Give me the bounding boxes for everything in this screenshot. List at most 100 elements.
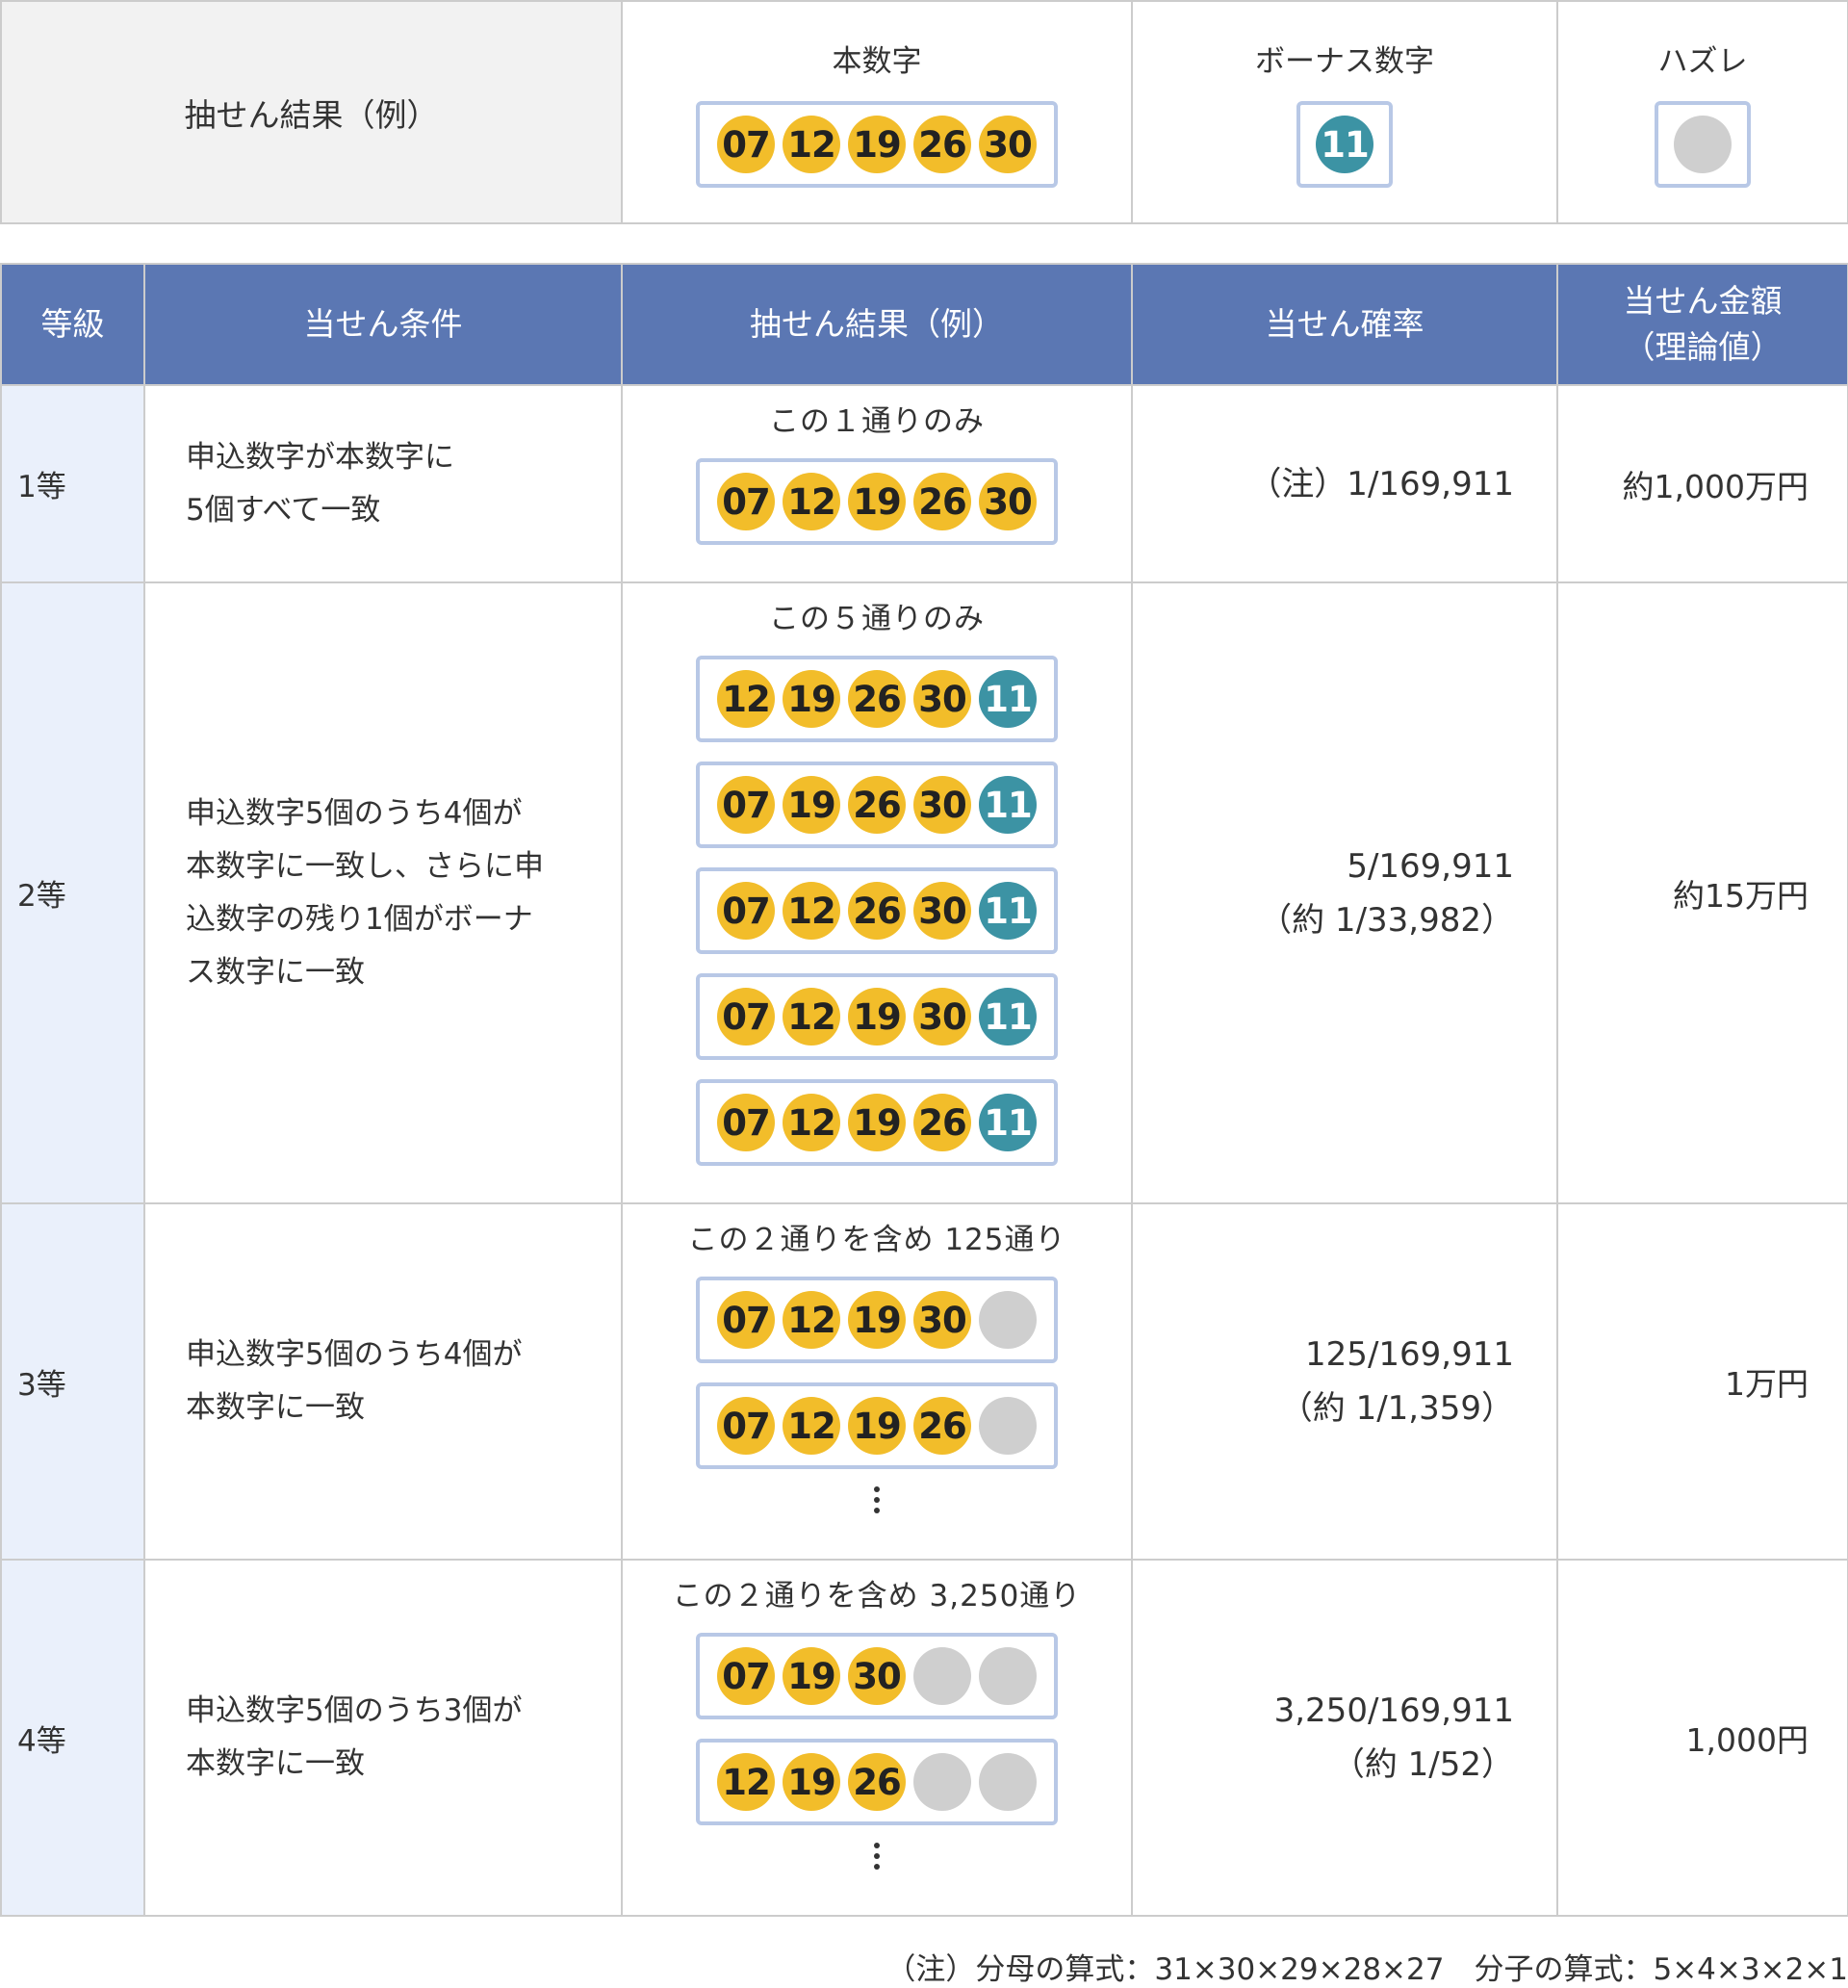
- condition-line: 5個すべて一致: [186, 492, 381, 528]
- main-ball: 07: [717, 882, 775, 940]
- condition-line: 本数字に一致: [186, 1390, 365, 1425]
- legend-miss-head: ハズレ: [1657, 44, 1748, 79]
- probability-cell: 125/169,911 （約 1/1,359）: [1131, 1202, 1558, 1561]
- main-ball: 19: [783, 1753, 840, 1811]
- combo-ballbox: 12 19 26 30 11: [696, 656, 1058, 742]
- table-row: 3等 申込数字5個のうち4個が 本数字に一致 この２通りを含め 125通り 07 12 19…: [0, 1202, 1848, 1561]
- miss-ball: [979, 1397, 1037, 1455]
- miss-ball: [1674, 116, 1732, 173]
- main-ball: 12: [717, 670, 775, 728]
- main-ball: 12: [717, 1753, 775, 1811]
- main-ball: 19: [783, 670, 840, 728]
- condition-cell: 申込数字5個のうち4個が 本数字に一致: [143, 1202, 623, 1561]
- main-ball: 19: [848, 473, 906, 530]
- amount-cell: 約1,000万円: [1556, 384, 1848, 583]
- table-row: 4等 申込数字5個のうち3個が 本数字に一致 この２通りを含め 3,250通り 07 19…: [0, 1559, 1848, 1917]
- amount-cell: 1,000円: [1556, 1559, 1848, 1917]
- condition-line: ス数字に一致: [186, 954, 365, 990]
- condition-cell: 申込数字5個のうち3個が 本数字に一致: [143, 1559, 623, 1917]
- header-result: 抽せん結果（例）: [621, 263, 1133, 386]
- probability-line: （約 1/52）: [1331, 1745, 1514, 1784]
- legend-main-head: 本数字: [832, 44, 922, 79]
- condition-line: 本数字に一致: [186, 1746, 365, 1781]
- result-note: この２通りを含め 125通り: [687, 1223, 1066, 1257]
- legend-table: 抽せん結果（例） 本数字 07 12 19 26 30 ボーナス数字 11 ハズ…: [0, 0, 1848, 224]
- result-cell: この２通りを含め 3,250通り 07 19 30 12 19 26: [621, 1559, 1133, 1917]
- condition-line: 申込数字が本数字に: [186, 439, 454, 475]
- legend-bonus: ボーナス数字 11: [1131, 0, 1558, 224]
- main-ball: 07: [717, 988, 775, 1046]
- grade-cell: 4等: [0, 1559, 145, 1917]
- miss-ball: [913, 1753, 971, 1811]
- grade-cell: 2等: [0, 581, 145, 1204]
- bonus-ball: 11: [979, 882, 1037, 940]
- footnote: （注）分母の算式：31×30×29×28×27 分子の算式：5×4×3×2×1: [886, 1952, 1848, 1987]
- main-ball: 19: [848, 1397, 906, 1455]
- header-grade: 等級: [0, 263, 145, 386]
- result-note: この１通りのみ: [769, 404, 985, 439]
- main-ball: 26: [848, 670, 906, 728]
- condition-line: 申込数字5個のうち4個が: [186, 795, 523, 831]
- combo-ballbox: 07 12 26 30 11: [696, 867, 1058, 954]
- combo-ballbox: 07 12 19 26: [696, 1382, 1058, 1469]
- probability-cell: 3,250/169,911 （約 1/52）: [1131, 1559, 1558, 1917]
- condition-cell: 申込数字が本数字に 5個すべて一致: [143, 384, 623, 583]
- main-ball: 19: [848, 116, 906, 173]
- miss-ball: [913, 1647, 971, 1705]
- main-ball: 19: [848, 988, 906, 1046]
- bonus-ball: 11: [979, 988, 1037, 1046]
- bonus-ball: 11: [979, 1094, 1037, 1151]
- main-ball: 26: [913, 1094, 971, 1151]
- main-ball: 30: [913, 882, 971, 940]
- prize-table-body: 1等 申込数字が本数字に 5個すべて一致 この１通りのみ 07 12 19 26 30 （注）1/…: [0, 384, 1848, 1917]
- main-ball: 12: [783, 1094, 840, 1151]
- table-row: 2等 申込数字5個のうち4個が 本数字に一致し、さらに申 込数字の残り1個がボーナ ス数…: [0, 581, 1848, 1204]
- table-row: 1等 申込数字が本数字に 5個すべて一致 この１通りのみ 07 12 19 26 30 （注）1/…: [0, 384, 1848, 583]
- main-ball: 12: [783, 116, 840, 173]
- main-ball: 30: [913, 1291, 971, 1349]
- probability-line: （約 1/33,982）: [1259, 900, 1514, 940]
- grade-cell: 1等: [0, 384, 145, 583]
- main-ball: 07: [717, 1094, 775, 1151]
- main-ball: 26: [848, 776, 906, 834]
- legend-label: 抽せん結果（例）: [0, 0, 623, 224]
- result-cell: この２通りを含め 125通り 07 12 19 30 07 12 19 26: [621, 1202, 1133, 1561]
- table-header-row: 等級 当せん条件 抽せん結果（例） 当せん確率 当せん金額 （理論値）: [0, 263, 1848, 386]
- main-ball: 12: [783, 473, 840, 530]
- main-ball: 12: [783, 882, 840, 940]
- main-ball: 30: [979, 473, 1037, 530]
- miss-ball: [979, 1647, 1037, 1705]
- result-cell: この１通りのみ 07 12 19 26 30: [621, 384, 1133, 583]
- main-ball: 30: [848, 1647, 906, 1705]
- header-amount: 当せん金額 （理論値）: [1556, 263, 1848, 386]
- combo-ballbox: 07 19 26 30 11: [696, 762, 1058, 848]
- header-condition: 当せん条件: [143, 263, 623, 386]
- header-probability: 当せん確率: [1131, 263, 1558, 386]
- main-ball: 07: [717, 1397, 775, 1455]
- prize-table: 等級 当せん条件 抽せん結果（例） 当せん確率 当せん金額 （理論値） 1等 申込…: [0, 263, 1848, 1917]
- main-ball: 12: [783, 988, 840, 1046]
- probability-line: 3,250/169,911: [1273, 1691, 1514, 1730]
- main-ball: 07: [717, 1647, 775, 1705]
- legend-bonus-head: ボーナス数字: [1255, 44, 1434, 79]
- bonus-ball: 11: [979, 776, 1037, 834]
- amount-cell: 1万円: [1556, 1202, 1848, 1561]
- result-cell: この５通りのみ 12 19 26 30 11 07 19 26 30 11 07 12 26 30 11 07 1…: [621, 581, 1133, 1204]
- legend-main-ballbox: 07 12 19 26 30: [696, 101, 1058, 188]
- combo-ballbox: 07 12 19 26 30: [696, 458, 1058, 545]
- main-ball: 26: [913, 116, 971, 173]
- main-ball: 12: [783, 1397, 840, 1455]
- condition-line: 申込数字5個のうち4個が: [186, 1337, 523, 1372]
- combo-ballbox: 12 19 26: [696, 1739, 1058, 1825]
- legend-miss-ballbox: [1655, 101, 1751, 188]
- combo-ballbox: 07 12 19 30: [696, 1277, 1058, 1363]
- probability-line: （約 1/1,359）: [1279, 1389, 1514, 1428]
- main-ball: 30: [913, 988, 971, 1046]
- ellipsis-icon: [874, 1843, 880, 1870]
- combo-ballbox: 07 19 30: [696, 1633, 1058, 1719]
- amount-cell: 約15万円: [1556, 581, 1848, 1204]
- probability-line: 125/169,911: [1305, 1335, 1514, 1374]
- main-ball: 19: [848, 1291, 906, 1349]
- main-ball: 26: [848, 882, 906, 940]
- probability-line: 5/169,911: [1347, 846, 1514, 886]
